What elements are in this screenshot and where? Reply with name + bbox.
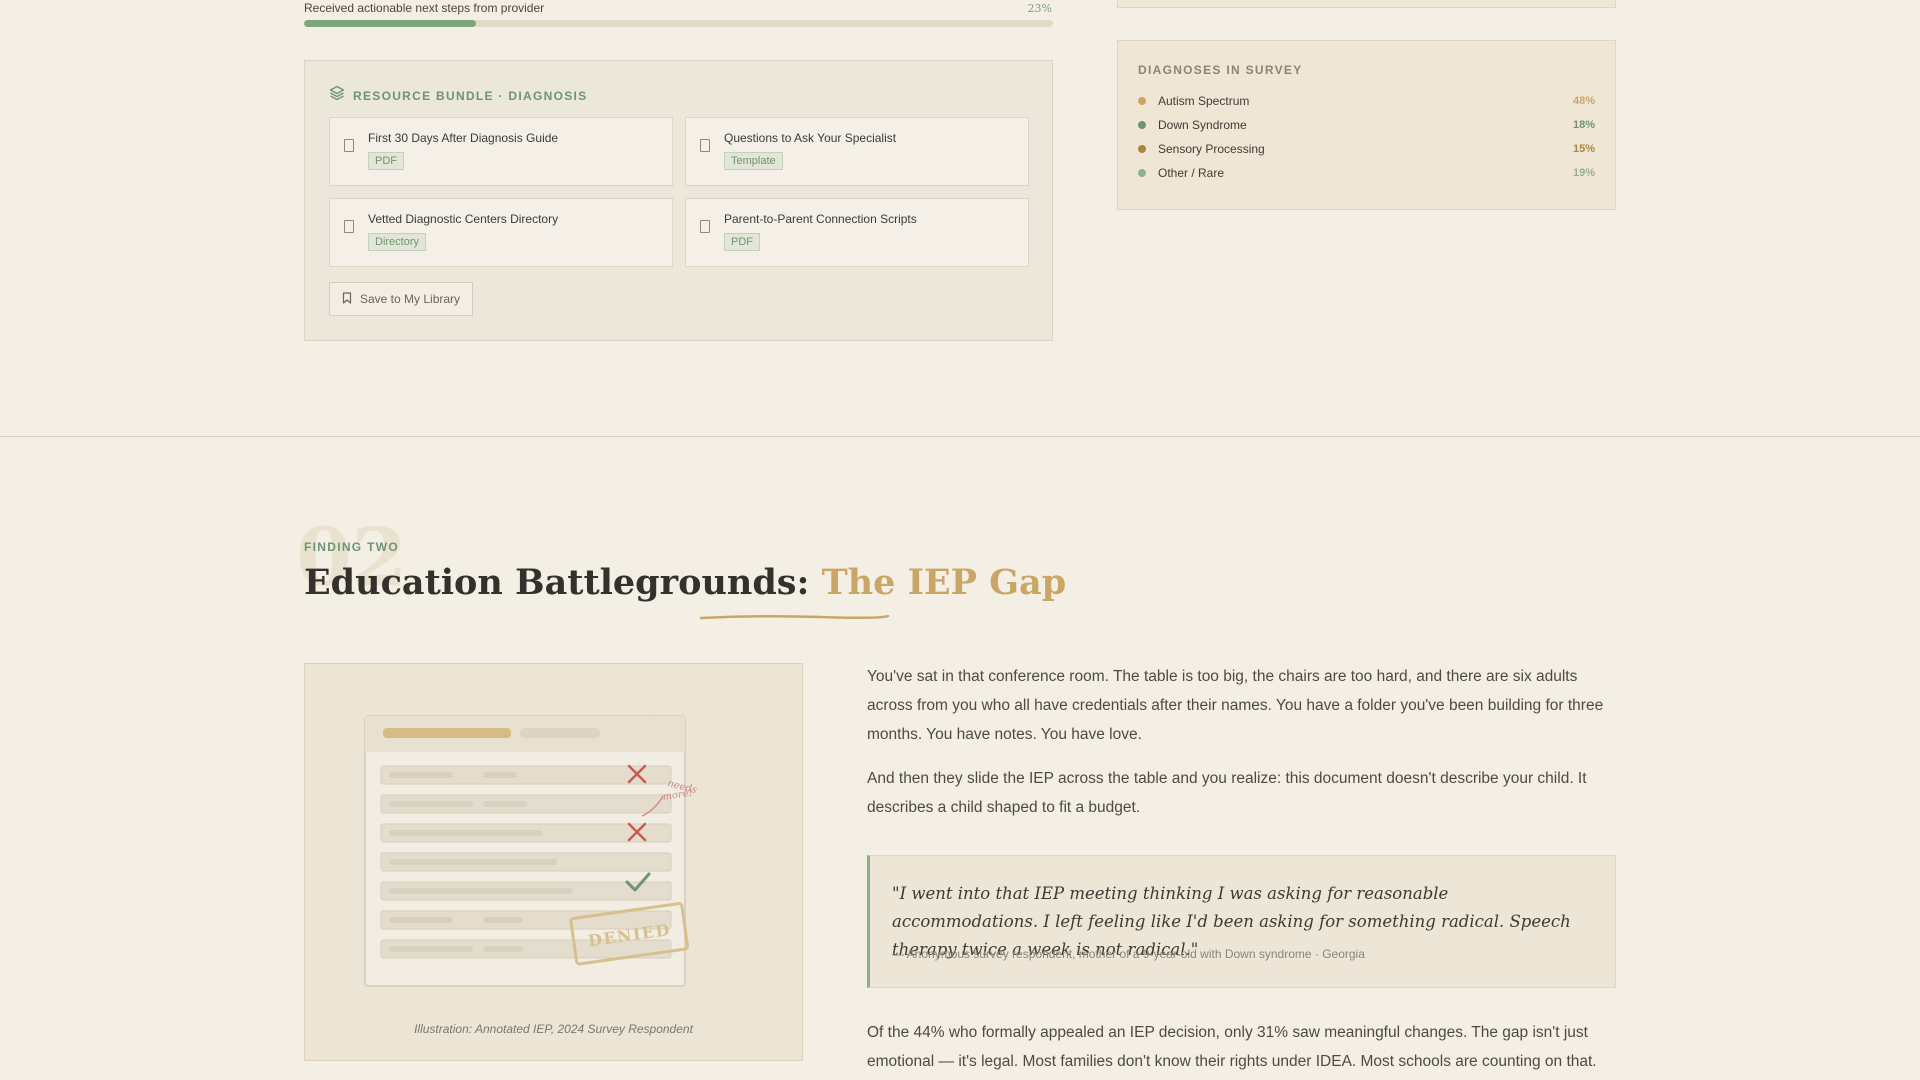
diagnosis-row: Sensory Processing 15% bbox=[1138, 140, 1595, 158]
diagnosis-name: Autism Spectrum bbox=[1158, 94, 1250, 108]
progress-fill bbox=[304, 20, 477, 27]
resource-tag: Template bbox=[724, 152, 783, 170]
headline-accent: The IEP Gap bbox=[821, 562, 1067, 603]
document-icon bbox=[700, 220, 710, 233]
resource-item[interactable]: Parent-to-Parent Connection Scripts PDF bbox=[685, 198, 1029, 267]
progress-bar bbox=[304, 20, 1053, 27]
diagnoses-title: DIAGNOSES IN SURVEY bbox=[1138, 63, 1303, 77]
progress-label: Received actionable next steps from prov… bbox=[304, 1, 545, 15]
resource-item[interactable]: First 30 Days After Diagnosis Guide PDF bbox=[329, 117, 673, 186]
bookmark-icon bbox=[342, 291, 352, 307]
resource-tag: Directory bbox=[368, 233, 427, 251]
diagnosis-name: Sensory Processing bbox=[1158, 142, 1265, 156]
legend-dot bbox=[1138, 121, 1146, 129]
resource-title: First 30 Days After Diagnosis Guide bbox=[368, 131, 559, 145]
resource-title: Parent-to-Parent Connection Scripts bbox=[724, 212, 917, 226]
diagnosis-name: Other / Rare bbox=[1158, 166, 1225, 180]
diagnosis-row: Down Syndrome 18% bbox=[1138, 116, 1595, 134]
layers-icon bbox=[329, 85, 345, 106]
save-button-label: Save to My Library bbox=[360, 292, 461, 306]
resource-bundle: RESOURCE BUNDLE · DIAGNOSIS First 30 Day… bbox=[304, 60, 1053, 341]
resource-item[interactable]: Questions to Ask Your Specialist Templat… bbox=[685, 117, 1029, 186]
diagnosis-percent: 15% bbox=[1572, 143, 1595, 155]
illustration-caption: Illustration: Annotated IEP, 2024 Survey… bbox=[414, 1022, 693, 1036]
resource-title: Questions to Ask Your Specialist bbox=[724, 131, 897, 145]
legend-dot bbox=[1138, 97, 1146, 105]
resource-tag: PDF bbox=[724, 233, 760, 251]
body-paragraph: You've sat in that conference room. The … bbox=[867, 668, 1604, 743]
diagnosis-row: Autism Spectrum 48% bbox=[1138, 92, 1595, 110]
illustration-card: needs more! DENIED Illustration: Annotat… bbox=[304, 663, 803, 1061]
resource-tag: PDF bbox=[368, 152, 404, 170]
headline-main: Education Battlegrounds: bbox=[304, 562, 822, 603]
annotated-iep-illustration: needs more! DENIED bbox=[364, 714, 698, 987]
progress-percent: 23% bbox=[1027, 2, 1052, 15]
legend-dot bbox=[1138, 145, 1146, 153]
finding-eyebrow: FINDING TWO bbox=[304, 540, 399, 554]
section-headline: Education Battlegrounds: The IEP Gap bbox=[304, 562, 1066, 603]
section-divider bbox=[0, 436, 1920, 437]
document-icon bbox=[344, 220, 354, 233]
diagnosis-percent: 48% bbox=[1572, 95, 1595, 107]
body-paragraph: And then they slide the IEP across the t… bbox=[867, 770, 1587, 816]
diagnoses-card: DIAGNOSES IN SURVEY Autism Spectrum 48% … bbox=[1117, 40, 1616, 210]
bundle-title: RESOURCE BUNDLE · DIAGNOSIS bbox=[353, 88, 588, 103]
body-paragraph: Of the 44% who formally appealed an IEP … bbox=[867, 1024, 1597, 1070]
diagnosis-percent: 19% bbox=[1572, 167, 1595, 179]
headline-underline bbox=[700, 614, 890, 620]
document-icon bbox=[344, 139, 354, 152]
pull-quote: "I went into that IEP meeting thinking I… bbox=[867, 855, 1616, 988]
document-icon bbox=[700, 139, 710, 152]
diagnosis-percent: 18% bbox=[1572, 119, 1595, 131]
diagnosis-name: Down Syndrome bbox=[1158, 118, 1247, 132]
save-to-library-button[interactable]: Save to My Library bbox=[329, 282, 474, 316]
resource-item[interactable]: Vetted Diagnostic Centers Directory Dire… bbox=[329, 198, 673, 267]
legend-dot bbox=[1138, 169, 1146, 177]
quote-attribution: — Anonymous survey respondent, mother of… bbox=[892, 947, 1365, 961]
diagnosis-row: Other / Rare 19% bbox=[1138, 164, 1595, 182]
bundle-header: RESOURCE BUNDLE · DIAGNOSIS bbox=[329, 85, 587, 106]
stat-card-top bbox=[1117, 0, 1616, 8]
resource-title: Vetted Diagnostic Centers Directory bbox=[368, 212, 559, 226]
